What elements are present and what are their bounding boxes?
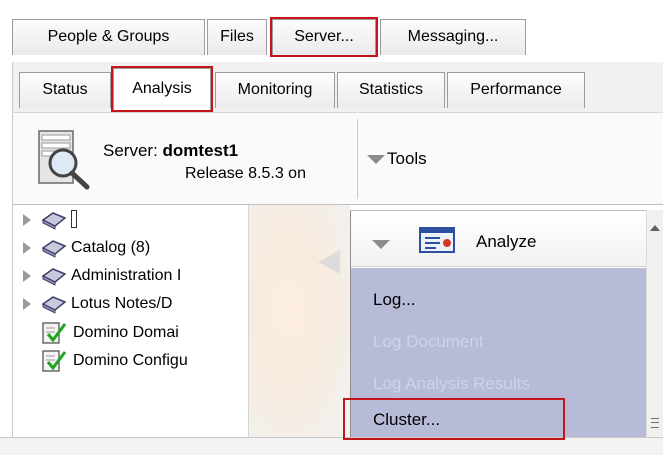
- server-name-label: Server: domtest1: [103, 141, 239, 160]
- tab-messaging[interactable]: Messaging...: [380, 19, 526, 55]
- tab-status[interactable]: Status: [19, 72, 111, 108]
- expand-arrow-icon[interactable]: [23, 270, 31, 282]
- content-area: [248, 205, 350, 437]
- server-name: domtest1: [162, 141, 239, 160]
- tree-item[interactable]: Lotus Notes/D: [13, 291, 248, 317]
- chevron-down-icon: [367, 155, 385, 165]
- tree-item-label-box: [71, 210, 77, 228]
- top-tab-bar: People & Groups Files Server... Messagin…: [0, 0, 663, 62]
- tree-item[interactable]: Domino Configu: [13, 348, 248, 374]
- tree-item-label: Catalog (8): [71, 239, 151, 256]
- chevron-down-icon[interactable]: [372, 240, 390, 249]
- analyze-icon: [419, 227, 455, 253]
- analyze-menu: Log... Log Document Log Analysis Results…: [343, 268, 646, 440]
- left-margin: [0, 62, 12, 437]
- scroll-grip-icon[interactable]: [651, 418, 659, 428]
- collapse-arrow-icon[interactable]: [318, 250, 340, 274]
- tree-item-label: Domino Configu: [73, 352, 188, 369]
- expand-arrow-icon[interactable]: [23, 242, 31, 254]
- log-analysis-results-menu-item: Log Analysis Results: [373, 374, 530, 393]
- tab-analysis[interactable]: Analysis: [111, 66, 213, 112]
- checked-document-icon: [42, 350, 67, 372]
- expand-arrow-icon[interactable]: [23, 298, 31, 310]
- server-search-icon: [38, 130, 90, 190]
- status-strip: [0, 437, 663, 455]
- tab-monitoring[interactable]: Monitoring: [215, 72, 335, 108]
- tree-item[interactable]: Domino Domai: [13, 320, 248, 346]
- book-icon: [41, 212, 67, 230]
- cluster-menu-item[interactable]: Cluster...: [343, 398, 565, 440]
- scroll-up-icon[interactable]: [650, 225, 660, 231]
- book-icon: [41, 296, 67, 314]
- tree-item[interactable]: Administration I: [13, 263, 248, 289]
- release-label: Release 8.5.3 on: [185, 165, 306, 182]
- tab-performance[interactable]: Performance: [447, 72, 585, 108]
- divider: [357, 119, 358, 199]
- book-icon: [41, 268, 67, 286]
- sub-tab-bar: Status Analysis Monitoring Statistics Pe…: [12, 62, 663, 112]
- expand-arrow-icon[interactable]: [23, 214, 31, 226]
- tree-item[interactable]: Catalog (8): [13, 235, 248, 261]
- server-tree: Catalog (8) Administration I Lotus Notes…: [12, 205, 248, 437]
- tree-item-label: Administration I: [71, 267, 182, 284]
- book-icon: [41, 240, 67, 258]
- tab-statistics[interactable]: Statistics: [337, 72, 445, 108]
- tab-files[interactable]: Files: [207, 19, 267, 55]
- log-document-menu-item: Log Document: [373, 332, 484, 351]
- tools-button[interactable]: Tools: [367, 149, 427, 169]
- vertical-scrollbar[interactable]: [646, 210, 663, 437]
- tree-item-label: Domino Domai: [73, 324, 179, 341]
- tree-item-label: Lotus Notes/D: [71, 295, 173, 312]
- tab-people-groups[interactable]: People & Groups: [12, 19, 205, 55]
- server-info-band: Server: domtest1 Release 8.5.3 on Tools: [12, 112, 663, 205]
- log-menu-item[interactable]: Log...: [373, 290, 416, 310]
- tree-item[interactable]: [13, 207, 248, 233]
- tab-server[interactable]: Server...: [270, 17, 378, 57]
- checked-document-icon: [42, 322, 67, 344]
- analyze-label: Analyze: [476, 232, 537, 251]
